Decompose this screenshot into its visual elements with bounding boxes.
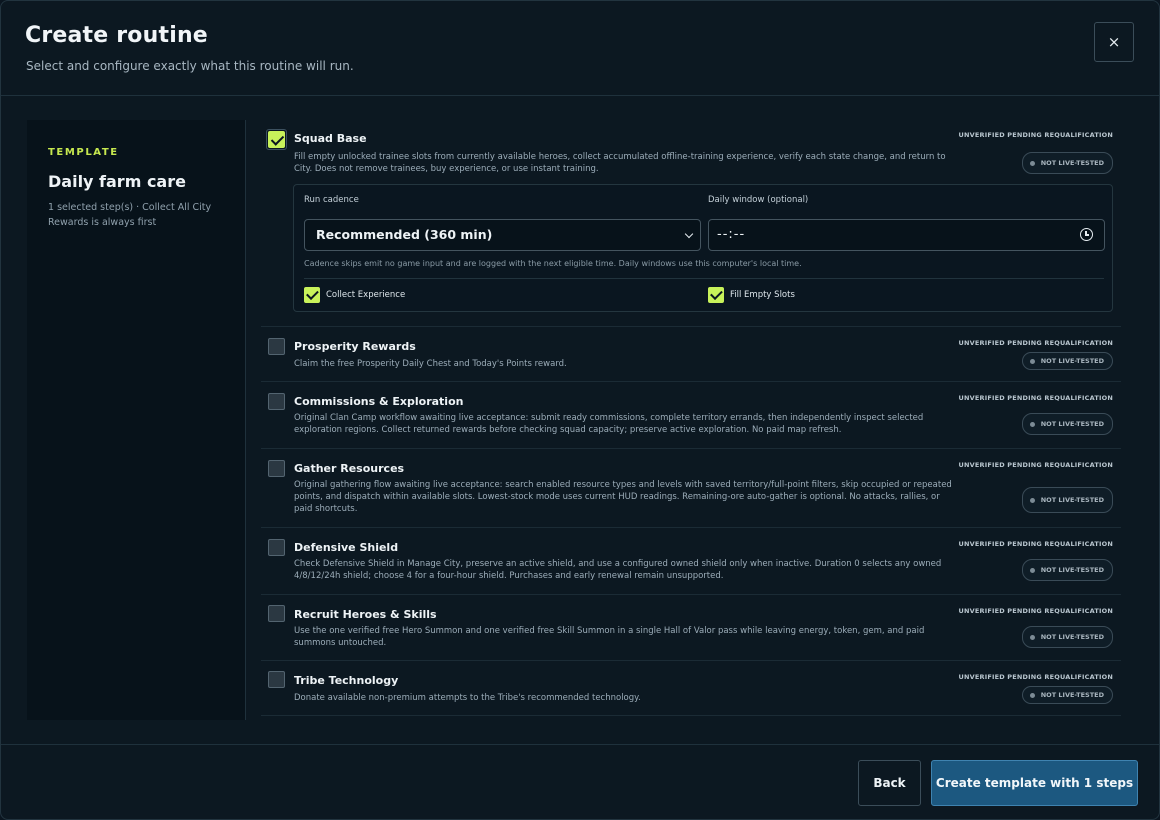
close-icon: ×	[1107, 33, 1121, 51]
step-title: Commissions & Exploration	[294, 395, 464, 408]
close-button[interactable]: ×	[1094, 22, 1134, 62]
badge-label: NOT LIVE-TESTED	[1040, 357, 1104, 365]
option-label: Fill Empty Slots	[730, 290, 795, 300]
step-status: UNVERIFIED PENDING REQUALIFICATION	[958, 540, 1113, 548]
step-checkbox[interactable]	[268, 539, 285, 556]
step-description: Original Clan Camp workflow awaiting liv…	[294, 413, 924, 435]
step-checkbox[interactable]	[268, 605, 285, 622]
status-badge: NOT LIVE-TESTED	[1021, 152, 1113, 174]
step-defensive-shield: Defensive Shield Check Defensive Shield …	[261, 527, 1121, 595]
step-checkbox[interactable]	[268, 131, 285, 148]
badge-label: NOT LIVE-TESTED	[1040, 420, 1104, 428]
step-status: UNVERIFIED PENDING REQUALIFICATION	[958, 339, 1113, 347]
create-routine-dialog: Create routine Select and configure exac…	[0, 0, 1160, 820]
status-badge: NOT LIVE-TESTED	[1021, 352, 1113, 370]
cadence-help-text: Cadence skips emit no game input and are…	[304, 259, 802, 268]
cadence-select[interactable]: Recommended (360 min)	[304, 219, 701, 251]
step-gather-resources: Gather Resources Original gathering flow…	[261, 448, 1121, 528]
template-name: Daily farm care	[48, 172, 186, 191]
badge-label: NOT LIVE-TESTED	[1040, 566, 1104, 574]
chevron-down-icon	[684, 229, 694, 239]
step-checkbox[interactable]	[268, 671, 285, 688]
step-recruit-heroes-skills: Recruit Heroes & Skills Use the one veri…	[261, 594, 1121, 661]
daily-window-value: --:--	[717, 227, 746, 242]
step-squad-base: Squad Base Fill empty unlocked trainee s…	[261, 120, 1121, 327]
step-config-panel: Run cadence Daily window (optional) Reco…	[293, 184, 1113, 312]
step-status: UNVERIFIED PENDING REQUALIFICATION	[958, 673, 1113, 681]
step-description: Original gathering flow awaiting live ac…	[294, 480, 952, 514]
step-description: Use the one verified free Hero Summon an…	[294, 626, 925, 648]
step-description: Check Defensive Shield in Manage City, p…	[294, 559, 942, 581]
divider	[304, 278, 1104, 279]
status-dot-icon	[1029, 497, 1035, 503]
step-description: Donate available non-premium attempts to…	[294, 693, 641, 703]
step-description: Claim the free Prosperity Daily Chest an…	[294, 359, 567, 369]
option-checkbox[interactable]	[304, 287, 320, 303]
status-dot-icon	[1029, 692, 1035, 698]
step-title: Recruit Heroes & Skills	[294, 608, 437, 621]
step-checkbox[interactable]	[268, 338, 285, 355]
window-label: Daily window (optional)	[708, 195, 809, 205]
step-title: Defensive Shield	[294, 541, 399, 554]
badge-label: NOT LIVE-TESTED	[1040, 496, 1104, 504]
template-sidebar: TEMPLATE Daily farm care 1 selected step…	[27, 120, 246, 720]
step-title: Prosperity Rewards	[294, 340, 416, 353]
status-dot-icon	[1029, 421, 1035, 427]
option-label: Collect Experience	[326, 290, 406, 300]
status-dot-icon	[1029, 634, 1035, 640]
step-commissions-exploration: Commissions & Exploration Original Clan …	[261, 381, 1121, 449]
step-prosperity-rewards: Prosperity Rewards Claim the free Prospe…	[261, 326, 1121, 382]
badge-label: NOT LIVE-TESTED	[1040, 691, 1104, 699]
status-badge: NOT LIVE-TESTED	[1021, 487, 1113, 513]
status-badge: NOT LIVE-TESTED	[1021, 626, 1113, 648]
status-badge: NOT LIVE-TESTED	[1021, 413, 1113, 435]
step-description: Fill empty unlocked trainee slots from c…	[294, 152, 946, 174]
step-checkbox[interactable]	[268, 393, 285, 410]
status-dot-icon	[1029, 358, 1035, 364]
create-template-button[interactable]: Create template with 1 steps	[931, 760, 1138, 806]
template-description: 1 selected step(s) · Collect All City Re…	[48, 202, 212, 228]
badge-label: NOT LIVE-TESTED	[1040, 159, 1104, 167]
step-title: Gather Resources	[294, 462, 405, 475]
clock-icon[interactable]	[1080, 228, 1093, 241]
step-status: UNVERIFIED PENDING REQUALIFICATION	[958, 131, 1113, 139]
cadence-value: Recommended (360 min)	[316, 227, 493, 242]
step-status: UNVERIFIED PENDING REQUALIFICATION	[958, 394, 1113, 402]
dialog-footer: Back Create template with 1 steps	[1, 744, 1159, 819]
status-badge: NOT LIVE-TESTED	[1021, 559, 1113, 581]
step-title: Squad Base	[294, 132, 367, 145]
dialog-header: Create routine Select and configure exac…	[1, 1, 1159, 96]
status-badge: NOT LIVE-TESTED	[1021, 686, 1113, 704]
badge-label: NOT LIVE-TESTED	[1040, 633, 1104, 641]
dialog-subtitle: Select and configure exactly what this r…	[26, 59, 354, 73]
step-checkbox[interactable]	[268, 460, 285, 477]
template-label: TEMPLATE	[48, 147, 119, 158]
step-tribe-technology: Tribe Technology Donate available non-pr…	[261, 660, 1121, 716]
daily-window-input[interactable]: --:--	[708, 219, 1105, 251]
step-status: UNVERIFIED PENDING REQUALIFICATION	[958, 607, 1113, 615]
dialog-title: Create routine	[25, 23, 208, 48]
status-dot-icon	[1029, 160, 1035, 166]
status-dot-icon	[1029, 567, 1035, 573]
step-status: UNVERIFIED PENDING REQUALIFICATION	[958, 461, 1113, 469]
back-button[interactable]: Back	[858, 760, 921, 806]
cadence-label: Run cadence	[304, 195, 359, 205]
option-checkbox[interactable]	[708, 287, 724, 303]
step-title: Tribe Technology	[294, 674, 399, 687]
